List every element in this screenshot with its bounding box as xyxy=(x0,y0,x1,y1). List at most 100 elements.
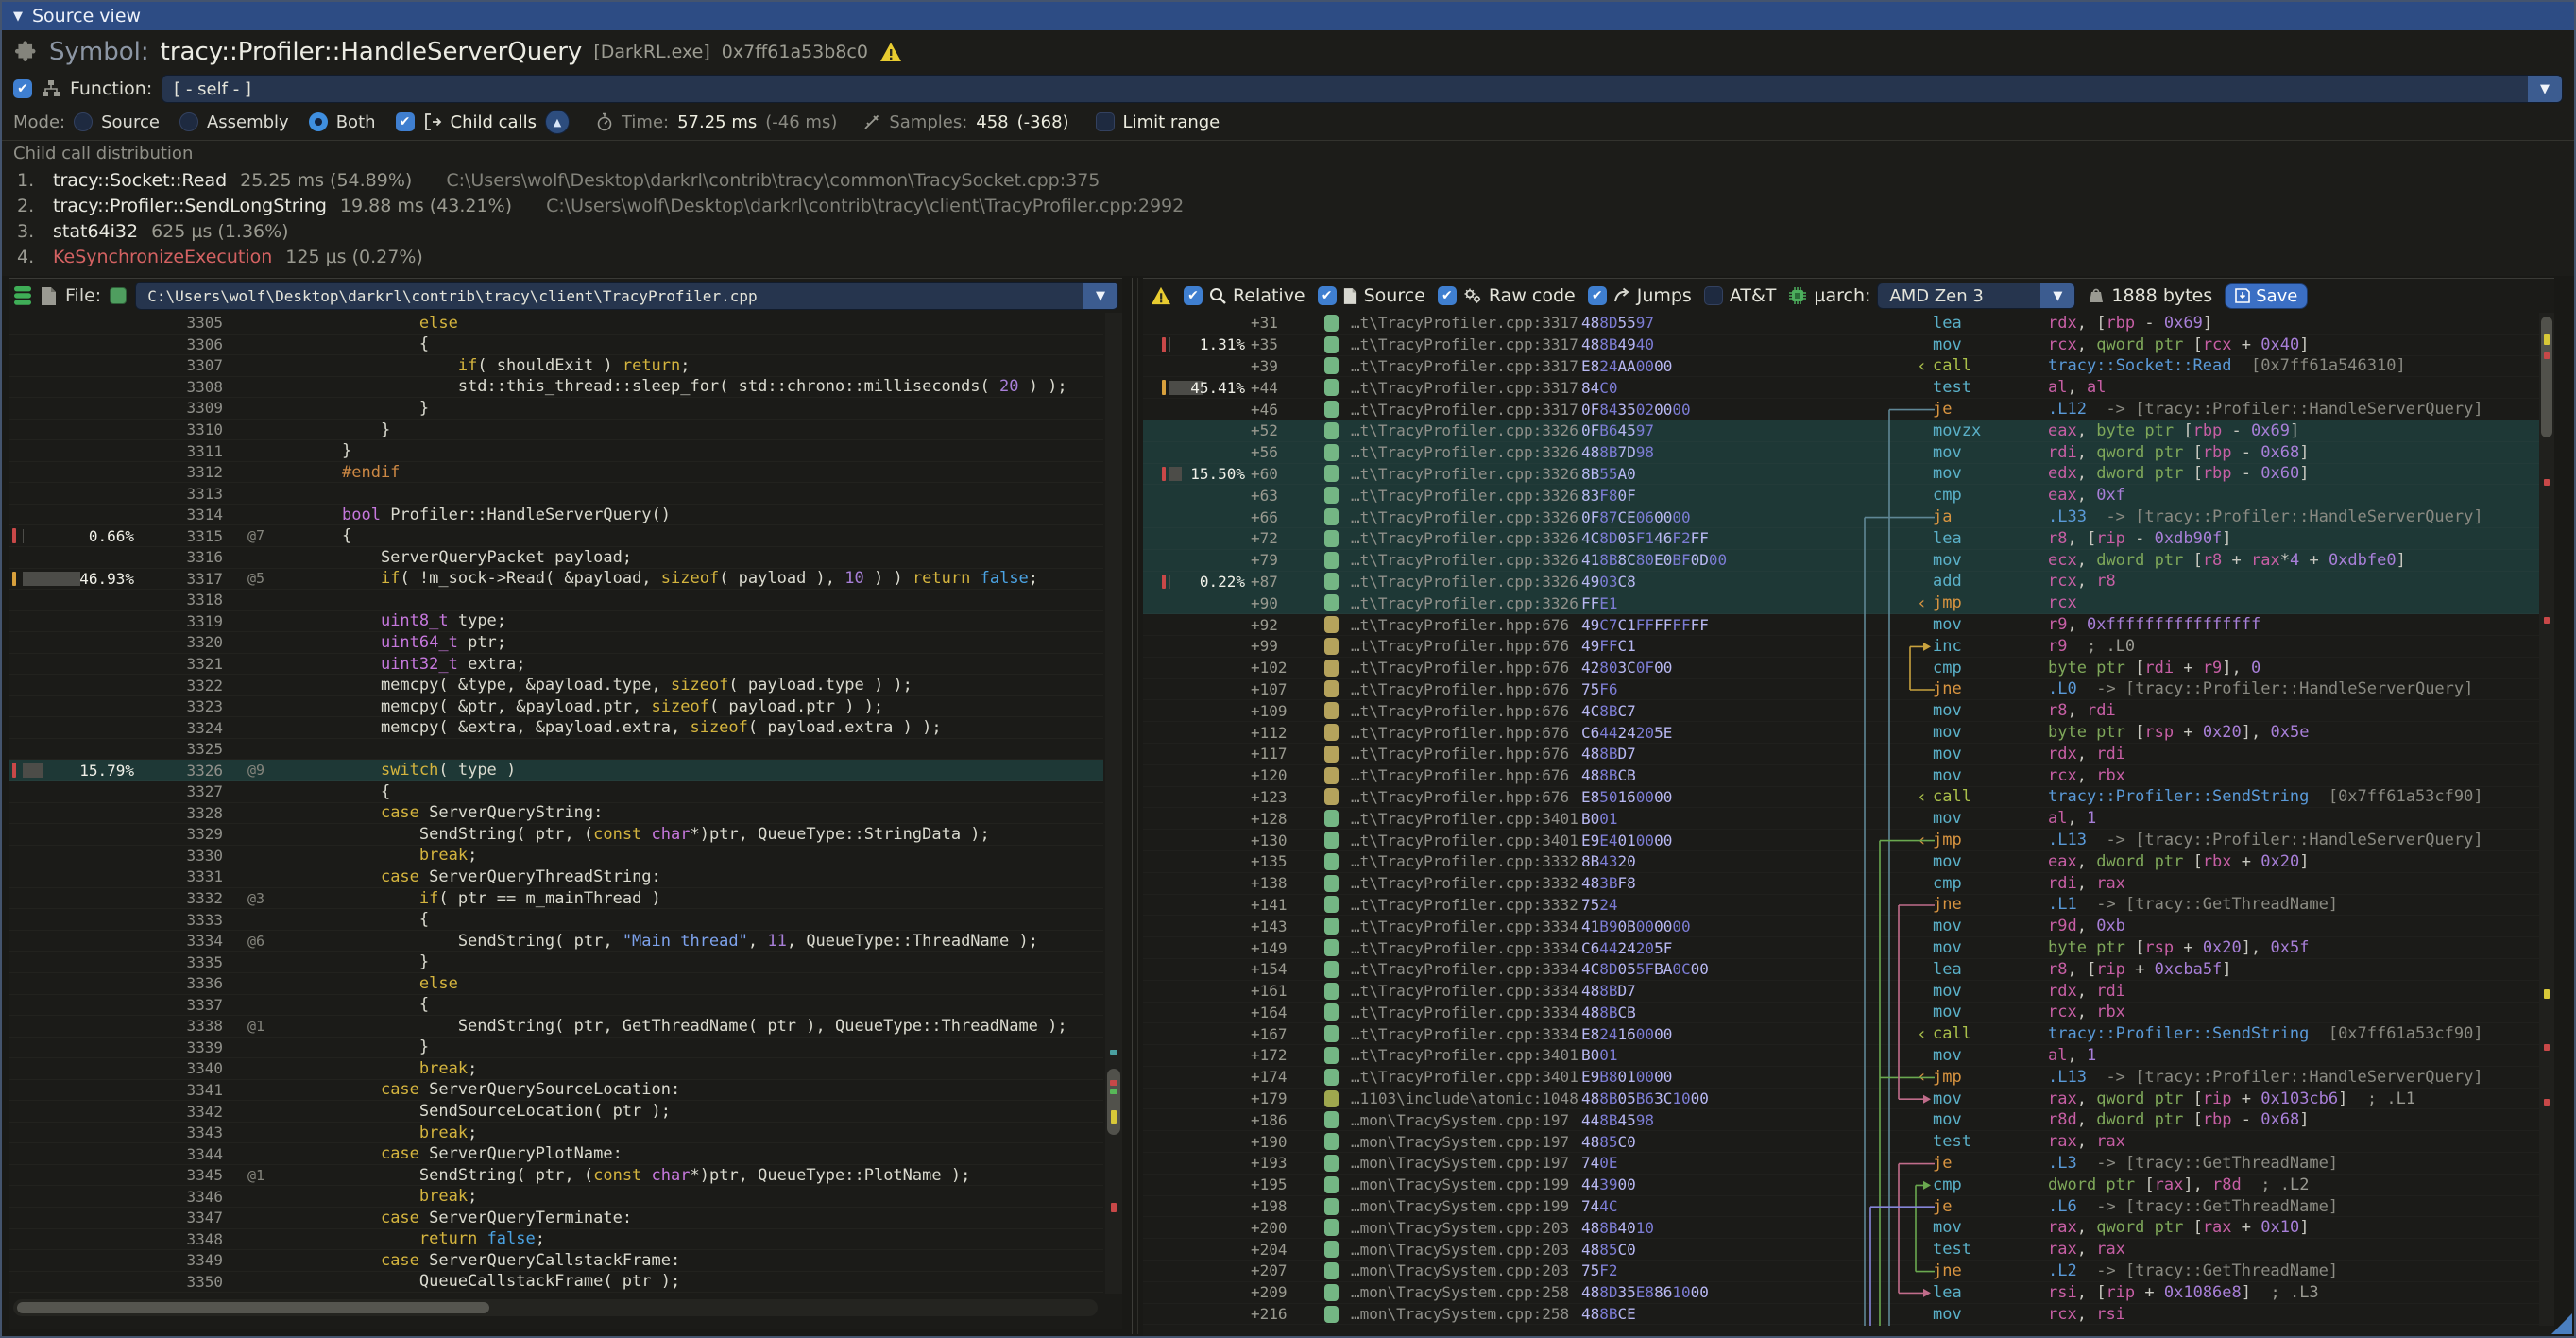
assembly-row[interactable]: +52…t\TracyProfiler.cpp:33260FB64597movz… xyxy=(1143,420,2554,442)
asm-source-file[interactable]: …t\TracyProfiler.cpp:3317 xyxy=(1351,314,1581,332)
relative-checkbox[interactable]: ✔ xyxy=(1184,286,1203,305)
source-line[interactable]: 3318 xyxy=(9,590,1103,611)
jumps-checkbox[interactable]: ✔ xyxy=(1588,286,1607,305)
asm-source-file[interactable]: …t\TracyProfiler.cpp:3326 xyxy=(1351,573,1581,591)
source-line[interactable]: 3347 case ServerQueryTerminate: xyxy=(9,1208,1103,1229)
source-line[interactable]: 3314bool Profiler::HandleServerQuery() xyxy=(9,505,1103,526)
assembly-row[interactable]: +99…t\TracyProfiler.hpp:67649FFC1incr9 ;… xyxy=(1143,636,2554,658)
assembly-row[interactable]: +167…t\TracyProfiler.cpp:3334E824160000‹… xyxy=(1143,1023,2554,1045)
jumps-toggle[interactable]: ✔ Jumps xyxy=(1588,285,1692,306)
limit-range-label[interactable]: Limit range xyxy=(1123,112,1220,132)
source-line[interactable]: 3325 xyxy=(9,739,1103,761)
asm-source-file[interactable]: …t\TracyProfiler.hpp:676 xyxy=(1351,616,1581,634)
assembly-row[interactable]: +112…t\TracyProfiler.hpp:676C64424205Emo… xyxy=(1143,722,2554,744)
asm-source-file[interactable]: …mon\TracySystem.cpp:199 xyxy=(1351,1197,1581,1215)
asm-source-file[interactable]: …t\TracyProfiler.cpp:3326 xyxy=(1351,594,1581,612)
asm-source-file[interactable]: …t\TracyProfiler.cpp:3326 xyxy=(1351,508,1581,526)
assembly-row[interactable]: +102…t\TracyProfiler.hpp:67642803C0F00cm… xyxy=(1143,658,2554,679)
child-calls-label[interactable]: Child calls xyxy=(451,112,537,132)
asm-source-file[interactable]: …t\TracyProfiler.cpp:3326 xyxy=(1351,551,1581,569)
pane-divider[interactable] xyxy=(1132,278,1133,1334)
asm-source-file[interactable]: …t\TracyProfiler.cpp:3332 xyxy=(1351,874,1581,892)
source-line[interactable]: 3334@6 SendString( ptr, "Main thread", 1… xyxy=(9,931,1103,952)
source-checkbox[interactable]: ✔ xyxy=(1318,286,1337,305)
assembly-row[interactable]: +198…mon\TracySystem.cpp:199744Cje.L6 ->… xyxy=(1143,1196,2554,1218)
assembly-row[interactable]: +92…t\TracyProfiler.hpp:67649C7C1FFFFFFF… xyxy=(1143,614,2554,636)
source-line[interactable]: 3321 uint32_t extra; xyxy=(9,654,1103,676)
child-call-item[interactable]: 2. tracy::Profiler::SendLongString 19.88… xyxy=(13,193,2563,218)
assembly-row[interactable]: +56…t\TracyProfiler.cpp:3326488B7D98movr… xyxy=(1143,442,2554,464)
assembly-row[interactable]: +164…t\TracyProfiler.cpp:3334488BCBmovrc… xyxy=(1143,1003,2554,1024)
source-line[interactable]: 3345@1 SendString( ptr, (const char*)ptr… xyxy=(9,1165,1103,1187)
source-line[interactable]: 3313 xyxy=(9,483,1103,505)
asm-source-file[interactable]: …mon\TracySystem.cpp:199 xyxy=(1351,1175,1581,1193)
source-line[interactable]: 3350 QueueCallstackFrame( ptr ); xyxy=(9,1272,1103,1294)
assembly-row[interactable]: +143…t\TracyProfiler.cpp:333441B90B00000… xyxy=(1143,916,2554,937)
assembly-row[interactable]: +120…t\TracyProfiler.hpp:676488BCBmovrcx… xyxy=(1143,765,2554,787)
assembly-row[interactable]: +179…1103\include\atomic:1048488B05B63C1… xyxy=(1143,1089,2554,1110)
assembly-row[interactable]: +154…t\TracyProfiler.cpp:33344C8D055FBA0… xyxy=(1143,959,2554,981)
assembly-row[interactable]: 15.50%+60…t\TracyProfiler.cpp:33268B55A0… xyxy=(1143,464,2554,486)
source-line[interactable]: 3322 memcpy( &type, &payload.type, sizeo… xyxy=(9,675,1103,696)
source-line[interactable]: 3330 break; xyxy=(9,846,1103,867)
source-line[interactable]: 3319 uint8_t type; xyxy=(9,611,1103,633)
window-titlebar[interactable]: ▼ Source view xyxy=(2,2,2574,31)
file-combo-arrow-icon[interactable]: ▼ xyxy=(1083,283,1117,309)
source-line[interactable]: 3342 SendSourceLocation( ptr ); xyxy=(9,1101,1103,1123)
assembly-row[interactable]: +31…t\TracyProfiler.cpp:3317488D5597lear… xyxy=(1143,313,2554,334)
asm-source-file[interactable]: …t\TracyProfiler.hpp:676 xyxy=(1351,788,1581,806)
radio-both-label[interactable]: Both xyxy=(336,112,376,132)
assembly-row[interactable]: +90…t\TracyProfiler.cpp:3326FFE1‹jmprcx xyxy=(1143,592,2554,614)
save-button[interactable]: Save xyxy=(2225,283,2308,309)
assembly-row[interactable]: +204…mon\TracySystem.cpp:2034885C0testra… xyxy=(1143,1239,2554,1261)
asm-source-file[interactable]: …t\TracyProfiler.cpp:3334 xyxy=(1351,1004,1581,1021)
asm-source-file[interactable]: …t\TracyProfiler.cpp:3332 xyxy=(1351,896,1581,914)
assembly-row[interactable]: +128…t\TracyProfiler.cpp:3401B001moval, … xyxy=(1143,808,2554,830)
asm-source-file[interactable]: …t\TracyProfiler.cpp:3334 xyxy=(1351,960,1581,978)
assembly-row[interactable]: +79…t\TracyProfiler.cpp:3326418B8C80E0BF… xyxy=(1143,550,2554,572)
limit-range-checkbox[interactable] xyxy=(1096,112,1115,131)
source-line[interactable]: 15.79%3326@9 switch( type ) xyxy=(9,760,1103,781)
source-code-area[interactable]: 3305 else3306 {3307 if( shouldExit ) ret… xyxy=(9,313,1103,1294)
assembly-row[interactable]: +195…mon\TracySystem.cpp:199443900cmpdwo… xyxy=(1143,1175,2554,1196)
asm-source-file[interactable]: …mon\TracySystem.cpp:197 xyxy=(1351,1133,1581,1151)
assembly-row[interactable]: +63…t\TracyProfiler.cpp:332683F80Fcmpeax… xyxy=(1143,485,2554,506)
asm-source-file[interactable]: …t\TracyProfiler.cpp:3317 xyxy=(1351,335,1581,353)
asm-source-file[interactable]: …t\TracyProfiler.cpp:3317 xyxy=(1351,401,1581,419)
source-line[interactable]: 3331 case ServerQueryThreadString: xyxy=(9,866,1103,888)
source-horizontal-scrollbar[interactable] xyxy=(13,1299,1098,1316)
radio-assembly-label[interactable]: Assembly xyxy=(207,112,289,132)
uarch-combo[interactable]: AMD Zen 3 ▼ xyxy=(1877,283,2075,309)
source-line[interactable]: 3329 SendString( ptr, (const char*)ptr, … xyxy=(9,824,1103,846)
source-line[interactable]: 3324 memcpy( &extra, &payload.extra, siz… xyxy=(9,717,1103,739)
child-call-item[interactable]: 3. stat64i32 625 µs (1.36%) xyxy=(13,218,2563,244)
asm-source-file[interactable]: …t\TracyProfiler.cpp:3401 xyxy=(1351,832,1581,849)
child-call-item[interactable]: 4. KeSynchronizeExecution 125 µs (0.27%) xyxy=(13,244,2563,269)
source-line[interactable]: 3332@3 if( ptr == m_mainThread ) xyxy=(9,888,1103,910)
source-line[interactable]: 3344 case ServerQueryPlotName: xyxy=(9,1143,1103,1165)
asm-source-file[interactable]: …t\TracyProfiler.cpp:3334 xyxy=(1351,939,1581,957)
source-line[interactable]: 3309 } xyxy=(9,398,1103,420)
assembly-row[interactable]: +46…t\TracyProfiler.cpp:33170F8435020000… xyxy=(1143,399,2554,420)
source-line[interactable]: 3327 { xyxy=(9,781,1103,803)
source-vscroll-thumb[interactable] xyxy=(1107,1069,1120,1135)
asm-source-file[interactable]: …mon\TracySystem.cpp:197 xyxy=(1351,1154,1581,1172)
source-line[interactable]: 3308 std::this_thread::sleep_for( std::c… xyxy=(9,377,1103,399)
asm-source-file[interactable]: …t\TracyProfiler.cpp:3334 xyxy=(1351,982,1581,1000)
assembly-row[interactable]: 1.31%+35…t\TracyProfiler.cpp:3317488B494… xyxy=(1143,334,2554,356)
radio-assembly[interactable] xyxy=(179,112,198,131)
source-line[interactable]: 3346 break; xyxy=(9,1186,1103,1208)
assembly-row[interactable]: +138…t\TracyProfiler.cpp:3332483BF8cmprd… xyxy=(1143,873,2554,895)
assembly-row[interactable]: 0.22%+87…t\TracyProfiler.cpp:33264903C8a… xyxy=(1143,572,2554,593)
asm-source-file[interactable]: …t\TracyProfiler.cpp:3401 xyxy=(1351,1068,1581,1086)
asm-source-file[interactable]: …mon\TracySystem.cpp:203 xyxy=(1351,1241,1581,1259)
source-hscroll-thumb[interactable] xyxy=(17,1302,489,1313)
assembly-row[interactable]: +172…t\TracyProfiler.cpp:3401B001moval, … xyxy=(1143,1045,2554,1067)
asm-source-file[interactable]: …t\TracyProfiler.cpp:3401 xyxy=(1351,1046,1581,1064)
source-line[interactable]: 3311} xyxy=(9,440,1103,462)
asm-source-file[interactable]: …t\TracyProfiler.cpp:3317 xyxy=(1351,379,1581,397)
source-line[interactable]: 3307 if( shouldExit ) return; xyxy=(9,355,1103,377)
att-toggle[interactable]: AT&T xyxy=(1704,285,1777,306)
source-line[interactable]: 46.93%3317@5 if( !m_sock->Read( &payload… xyxy=(9,569,1103,591)
assembly-row[interactable]: +161…t\TracyProfiler.cpp:3334488BD7movrd… xyxy=(1143,981,2554,1003)
